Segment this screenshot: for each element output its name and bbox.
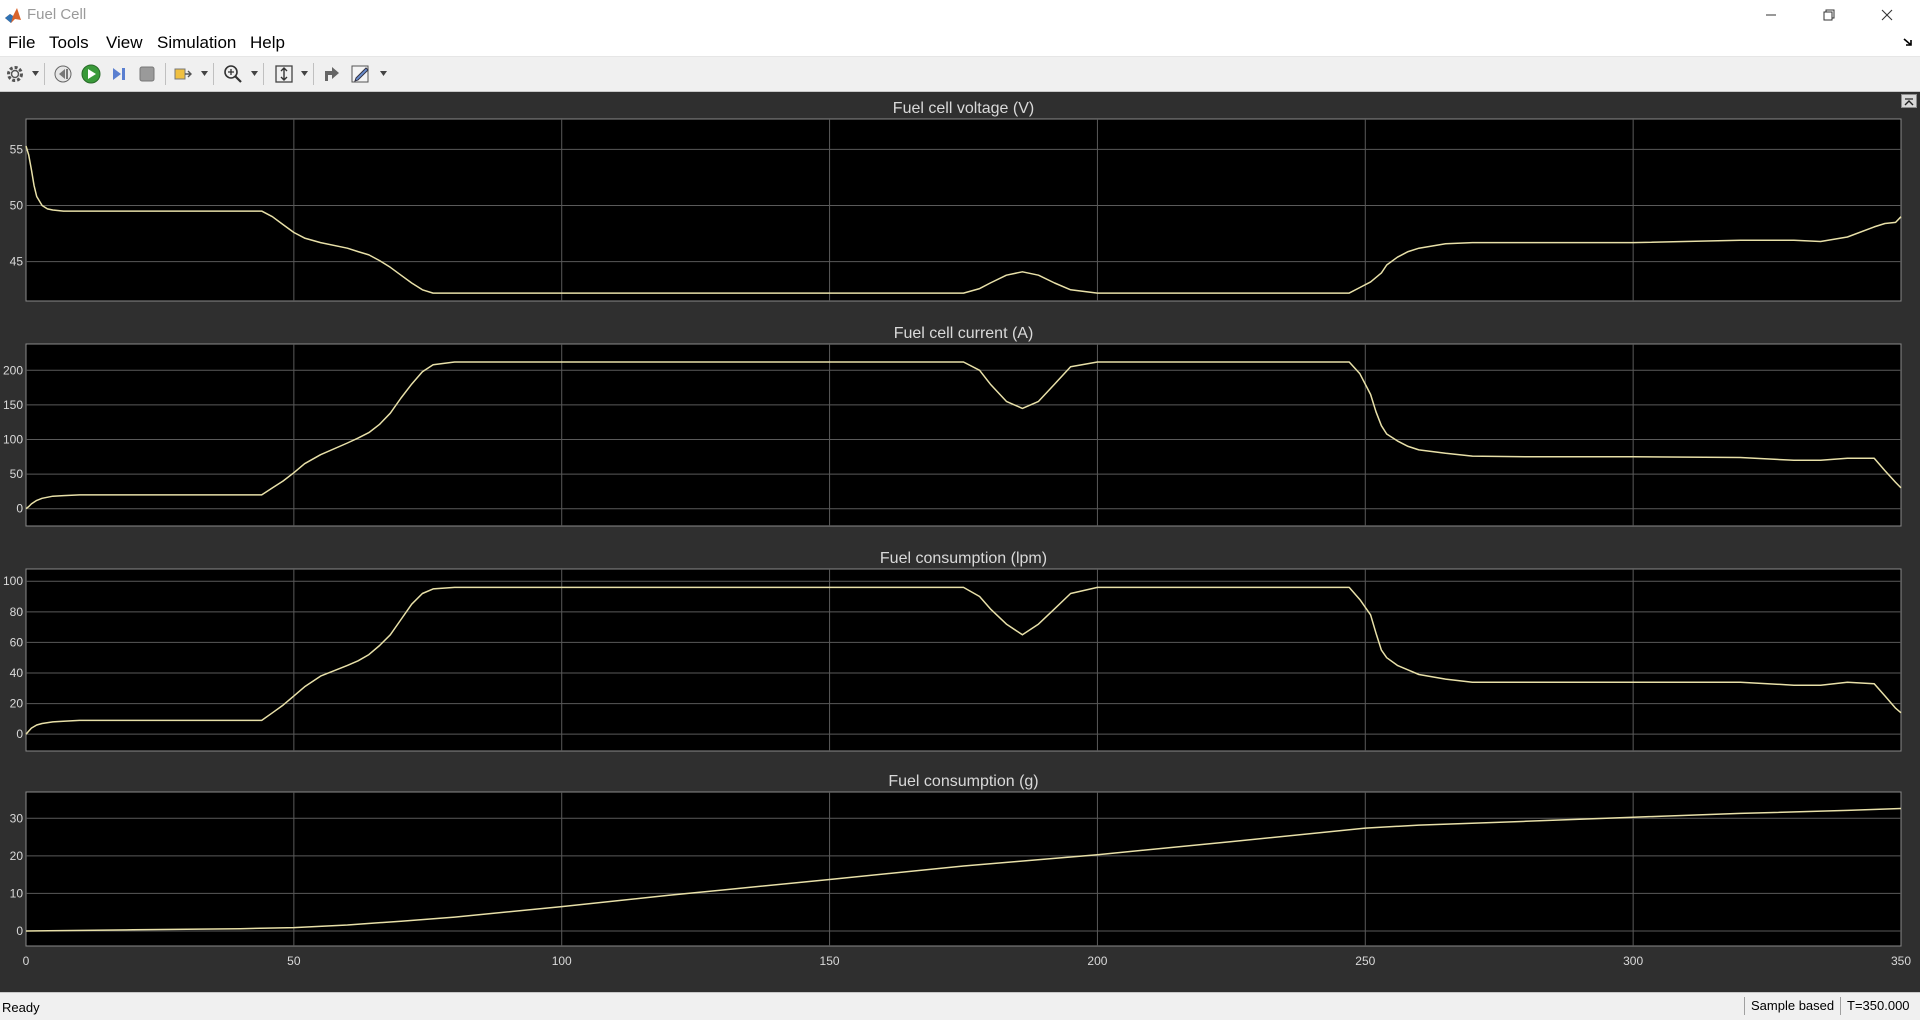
chart-3: Fuel consumption (lpm) 0 20 40 60 80 100 (3, 550, 1902, 752)
y-tick-label: 0 (16, 924, 23, 938)
close-icon (1881, 9, 1893, 21)
step-back-icon[interactable] (52, 63, 74, 85)
chart-2: Fuel cell current (A) 0 50 100 150 200 (3, 325, 1902, 527)
stop-icon[interactable] (136, 63, 158, 85)
zoom-dropdown-icon[interactable] (251, 71, 258, 76)
sim-time: T=350.000 (1840, 997, 1910, 1015)
y-tick-label: 150 (3, 398, 23, 412)
y-tick-label: 20 (10, 697, 24, 711)
title-bar: Fuel Cell (0, 0, 1920, 30)
y-tick-label: 100 (3, 432, 23, 446)
x-tick-label: 150 (820, 954, 840, 968)
scale-icon[interactable] (273, 63, 295, 85)
x-tick-label: 300 (1623, 954, 1643, 968)
restore-icon (1823, 9, 1835, 21)
menu-file[interactable]: File (8, 33, 35, 53)
matlab-icon (5, 8, 21, 23)
y-tick-label: 100 (3, 574, 23, 588)
toolbar (0, 57, 1920, 92)
settings-dropdown-icon[interactable] (32, 71, 39, 76)
restore-button[interactable] (1800, 0, 1858, 30)
edit-icon[interactable] (350, 63, 372, 85)
status-text: Ready (2, 1000, 40, 1015)
chart-title: Fuel consumption (g) (888, 773, 1038, 790)
close-button[interactable] (1858, 0, 1916, 30)
x-tick-label: 50 (287, 954, 301, 968)
toolbar-separator (44, 63, 45, 85)
run-icon[interactable] (80, 63, 102, 85)
toolbar-separator (263, 63, 264, 85)
y-tick-label: 20 (10, 849, 24, 863)
chart-title: Fuel cell voltage (V) (893, 100, 1034, 117)
plot-area (25, 118, 1902, 302)
plot-area (25, 568, 1902, 752)
menu-simulation[interactable]: Simulation (157, 33, 236, 53)
zoom-icon[interactable] (222, 63, 244, 85)
y-tick-label: 40 (10, 666, 24, 680)
toolbar-separator (213, 63, 214, 85)
step-forward-icon[interactable] (108, 63, 130, 85)
y-tick-label: 0 (16, 727, 23, 741)
y-tick-label: 45 (10, 255, 24, 269)
x-tick-label: 250 (1355, 954, 1375, 968)
highlight-icon[interactable] (172, 63, 194, 85)
scope-plots: Fuel cell voltage (V) 45 50 55 Fuel cell cur… (3, 100, 1912, 968)
settings-icon[interactable] (4, 63, 26, 85)
menu-tools[interactable]: Tools (49, 33, 89, 53)
status-bar: Ready Sample based T=350.000 (0, 992, 1920, 1020)
chart-title: Fuel cell current (A) (894, 325, 1034, 342)
chart-1: Fuel cell voltage (V) 45 50 55 (10, 100, 1902, 302)
plot-area (25, 791, 1902, 947)
y-tick-label: 50 (10, 199, 24, 213)
dock-arrow-icon[interactable] (1902, 36, 1914, 48)
plot-area (25, 343, 1902, 527)
chart-title: Fuel consumption (lpm) (880, 550, 1047, 567)
y-tick-label: 10 (10, 886, 24, 900)
x-tick-label: 350 (1891, 954, 1911, 968)
y-tick-label: 55 (10, 142, 24, 156)
menu-view[interactable]: View (106, 33, 143, 53)
signal-icon[interactable] (322, 63, 344, 85)
menu-bar: File Tools View Simulation Help (0, 30, 1920, 57)
scope-area: Fuel cell voltage (V) 45 50 55 Fuel cell cur… (0, 92, 1920, 992)
x-tick-label: 0 (23, 954, 30, 968)
edit-dropdown-icon[interactable] (380, 71, 387, 76)
y-tick-label: 80 (10, 605, 24, 619)
highlight-dropdown-icon[interactable] (201, 71, 208, 76)
y-tick-label: 50 (10, 467, 24, 481)
y-tick-label: 200 (3, 363, 23, 377)
minimize-button[interactable] (1742, 0, 1800, 30)
x-tick-label: 100 (552, 954, 572, 968)
toolbar-separator (165, 63, 166, 85)
minimize-icon (1766, 14, 1776, 16)
toolbar-separator (313, 63, 314, 85)
menu-help[interactable]: Help (250, 33, 285, 53)
sample-mode: Sample based (1744, 997, 1834, 1015)
window-title: Fuel Cell (27, 6, 87, 23)
chart-4: Fuel consumption (g)01020300 50 100 150 200 2… (10, 773, 1912, 968)
y-tick-label: 60 (10, 635, 24, 649)
scale-dropdown-icon[interactable] (301, 71, 308, 76)
y-tick-label: 0 (16, 502, 23, 516)
y-tick-label: 30 (10, 811, 24, 825)
x-tick-label: 200 (1087, 954, 1107, 968)
